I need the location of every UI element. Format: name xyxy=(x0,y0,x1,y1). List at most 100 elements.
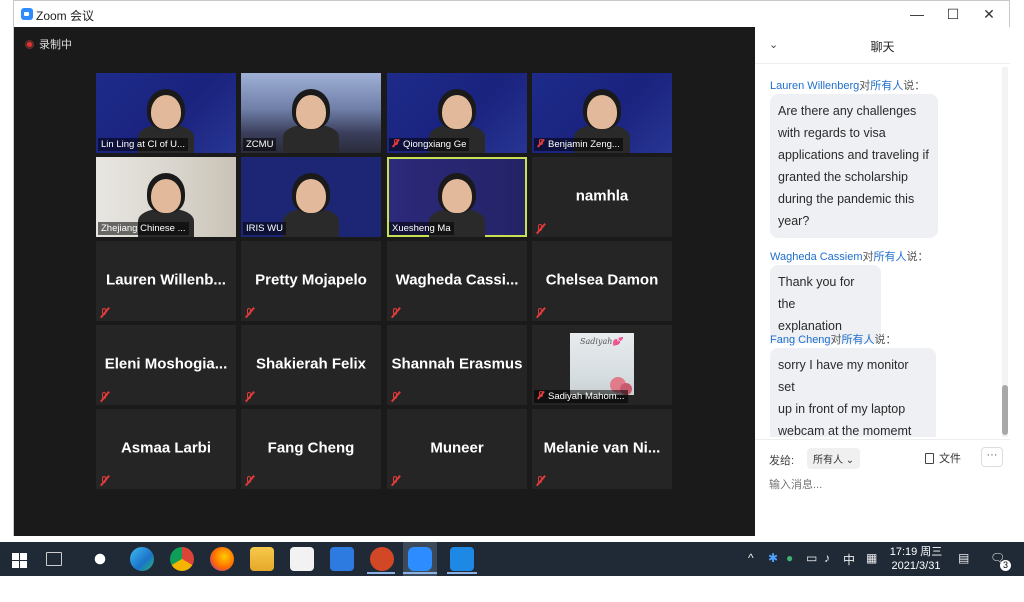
participant-video-face xyxy=(151,179,181,213)
participant-tile[interactable]: Shannah Erasmus xyxy=(387,325,527,405)
participant-name: Benjamin Zeng... xyxy=(548,139,620,150)
participant-tile[interactable]: Lauren Willenb... xyxy=(96,241,236,321)
bluetooth-icon[interactable]: ✱ xyxy=(768,551,778,565)
participant-name: IRIS WU xyxy=(246,223,283,234)
chat-panel: ⌄ 聊天 Lauren Willenberg对所有人说： Are there an… xyxy=(755,27,1010,536)
more-options-button[interactable]: ··· xyxy=(981,447,1003,467)
recipient-name[interactable]: 所有人 xyxy=(870,80,903,92)
chat-message-bubble[interactable]: sorry I have my monitor set up in front o… xyxy=(770,348,936,437)
file-button[interactable]: 文件 xyxy=(925,450,961,466)
participant-name: Sadiyah Mahom... xyxy=(548,391,625,402)
keyboard-icon[interactable]: ▦ xyxy=(866,551,877,565)
chat-message-line: sorry I have my monitor set xyxy=(778,358,909,394)
participant-tile[interactable]: Chelsea Damon xyxy=(532,241,672,321)
participant-video-face xyxy=(587,95,617,129)
participant-name-label: Qiongxiang Ge xyxy=(389,138,470,151)
store-icon[interactable] xyxy=(290,547,314,571)
zoom-taskbar-icon[interactable] xyxy=(408,547,432,571)
participant-name: ZCMU xyxy=(246,139,274,150)
security-tray-icon[interactable]: ● xyxy=(786,551,793,565)
participant-name: Wagheda Cassi... xyxy=(395,271,519,289)
pinned-app-icon[interactable] xyxy=(88,547,112,571)
zoom-window: Zoom 会议 — ☐ ✕ 录制中 Lin Ling at CI of U...… xyxy=(13,0,1010,536)
chat-messages[interactable]: Lauren Willenberg对所有人说： Are there any cha… xyxy=(755,67,1003,437)
participant-tile[interactable]: Xuesheng Ma xyxy=(387,157,527,237)
participant-name: Lin Ling at CI of U... xyxy=(101,139,185,150)
network-icon[interactable]: ▭ xyxy=(806,551,817,565)
to-prefix: 对 xyxy=(830,334,842,346)
system-clock[interactable]: 17:19 周三 2021/3/31 xyxy=(888,545,944,573)
video-gallery: 录制中 Lin Ling at CI of U... ZCMU Qiongxiang… xyxy=(14,27,755,536)
zoom-app-icon xyxy=(21,8,33,20)
powerpoint-icon[interactable] xyxy=(370,547,394,571)
file-explorer-icon[interactable] xyxy=(250,547,274,571)
chat-title: 聊天 xyxy=(870,40,895,54)
participant-name: Zhejiang Chinese ... xyxy=(101,223,186,234)
participant-tile[interactable]: Lin Ling at CI of U... xyxy=(96,73,236,153)
message-input[interactable] xyxy=(769,476,989,494)
powerpoint-running-indicator xyxy=(367,572,395,574)
windows-start-icon[interactable] xyxy=(10,547,34,571)
participant-tile[interactable]: Wagheda Cassi... xyxy=(387,241,527,321)
recipient-name[interactable]: 所有人 xyxy=(874,251,907,263)
mail-app-icon[interactable] xyxy=(330,547,354,571)
sender-name: Wagheda Cassiem xyxy=(770,251,863,263)
recording-indicator[interactable]: 录制中 xyxy=(25,36,72,52)
task-view-icon[interactable] xyxy=(46,552,62,566)
participant-name: Chelsea Damon xyxy=(545,271,659,289)
volume-icon[interactable]: ♪ xyxy=(824,551,830,565)
ime-indicator[interactable]: 中 xyxy=(843,551,855,568)
mic-muted-icon xyxy=(244,391,255,402)
participant-tile[interactable]: Shakierah Felix xyxy=(241,325,381,405)
maximize-button[interactable]: ☐ xyxy=(935,3,971,25)
participant-name: Asmaa Larbi xyxy=(120,439,212,457)
participant-tile[interactable]: Muneer xyxy=(387,409,527,489)
minimize-button[interactable]: — xyxy=(899,3,935,25)
chat-scrollbar[interactable] xyxy=(1002,67,1008,437)
said-suffix: 说： xyxy=(903,80,926,92)
participant-tile[interactable]: Sadiyah💕 Sadiyah Mahom... xyxy=(532,325,672,405)
mic-muted-icon xyxy=(244,475,255,486)
mic-muted-icon xyxy=(390,307,401,318)
participant-name: Shakierah Felix xyxy=(255,355,367,373)
message-tray-icon[interactable]: ▤ xyxy=(958,551,969,565)
participant-tile[interactable]: Zhejiang Chinese ... xyxy=(96,157,236,237)
participant-tile[interactable]: IRIS WU xyxy=(241,157,381,237)
chat-message-bubble[interactable]: Are there any challenges with regards to … xyxy=(770,94,938,238)
participant-tile[interactable]: Benjamin Zeng... xyxy=(532,73,672,153)
participant-tile[interactable]: Fang Cheng xyxy=(241,409,381,489)
participant-tile[interactable]: Eleni Moshogia... xyxy=(96,325,236,405)
chat-sender: Lauren Willenberg对所有人说： xyxy=(770,77,925,93)
recipient-select[interactable]: 所有人 ⌄ xyxy=(807,448,861,469)
chat-message-line: Are there any challenges xyxy=(778,104,917,118)
recipient-name[interactable]: 所有人 xyxy=(842,334,875,346)
sender-name: Fang Cheng xyxy=(770,334,831,346)
chat-header: ⌄ 聊天 xyxy=(755,27,1010,64)
scrollbar-thumb[interactable] xyxy=(1002,385,1008,435)
participant-tile[interactable]: Pretty Mojapelo xyxy=(241,241,381,321)
mic-muted-icon xyxy=(390,475,401,486)
recording-label: 录制中 xyxy=(39,39,72,51)
participant-name: Melanie van Ni... xyxy=(543,439,661,457)
firefox-browser-icon[interactable] xyxy=(210,547,234,571)
mic-muted-icon xyxy=(99,307,110,318)
participant-tile[interactable]: Melanie van Ni... xyxy=(532,409,672,489)
participant-name-label: Sadiyah Mahom... xyxy=(534,390,628,403)
participant-video-face xyxy=(442,95,472,129)
edge-browser-icon[interactable] xyxy=(130,547,154,571)
participant-tile[interactable]: Asmaa Larbi xyxy=(96,409,236,489)
mic-muted-icon xyxy=(244,307,255,318)
said-suffix: 说： xyxy=(906,251,929,263)
close-button[interactable]: ✕ xyxy=(971,3,1007,25)
mic-muted-icon xyxy=(535,307,546,318)
participant-video-face xyxy=(296,179,326,213)
chat-message-line: Thank you for the xyxy=(778,275,855,311)
sender-name: Lauren Willenberg xyxy=(770,80,860,92)
participant-tile[interactable]: namhla xyxy=(532,157,672,237)
pinned-blue-app-icon[interactable] xyxy=(450,547,474,571)
tray-expand-icon[interactable]: ^ xyxy=(748,551,754,565)
participant-name: namhla xyxy=(575,187,629,205)
participant-tile[interactable]: ZCMU xyxy=(241,73,381,153)
participant-tile[interactable]: Qiongxiang Ge xyxy=(387,73,527,153)
chrome-browser-icon[interactable] xyxy=(170,547,194,571)
